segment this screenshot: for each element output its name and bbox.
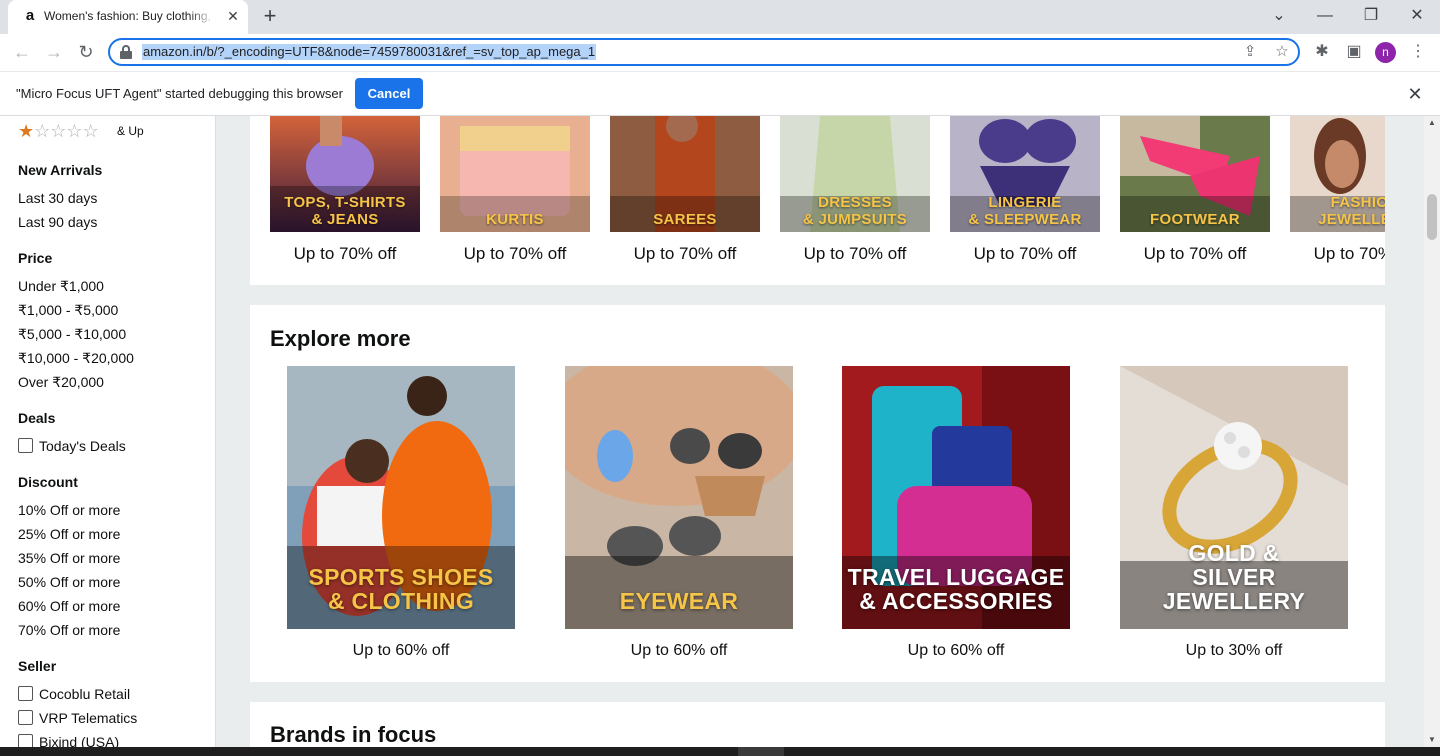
price-filter-item[interactable]: ₹10,000 - ₹20,000 xyxy=(18,350,134,367)
scroll-up-icon[interactable]: ▲ xyxy=(1424,116,1440,130)
price-filter-item[interactable]: Over ₹20,000 xyxy=(18,374,104,391)
infobar-close-icon[interactable]: ✕ xyxy=(1404,83,1426,105)
todays-deals-label[interactable]: Today's Deals xyxy=(39,438,126,454)
price-filter-item[interactable]: ₹1,000 - ₹5,000 xyxy=(18,302,118,319)
seller-label[interactable]: Cocoblu Retail xyxy=(39,686,130,702)
reload-icon[interactable]: ↻ xyxy=(74,40,98,64)
price-heading: Price xyxy=(18,250,53,266)
rating-suffix[interactable]: & Up xyxy=(117,124,144,138)
discount-filter-item[interactable]: 10% Off or more xyxy=(18,502,120,518)
explore-tile-sports[interactable]: SPORTS SHOES & CLOTHING xyxy=(287,366,515,629)
rating-filter[interactable]: ★☆☆☆☆ xyxy=(18,122,99,140)
taskbar-item[interactable] xyxy=(738,747,784,756)
tab-search-chevron-icon[interactable]: ⌄ xyxy=(1266,4,1292,28)
tab-strip: a Women's fashion: Buy clothing, fo ✕ + … xyxy=(0,0,1440,34)
explore-offer[interactable]: Up to 60% off xyxy=(842,642,1070,660)
lock-icon[interactable] xyxy=(120,45,132,59)
discount-filter-item[interactable]: 35% Off or more xyxy=(18,550,120,566)
tab-close-icon[interactable]: ✕ xyxy=(224,7,242,25)
star-empty-icon: ☆ xyxy=(34,121,51,141)
restore-icon[interactable]: ❐ xyxy=(1358,4,1384,28)
page-content: ★☆☆☆☆ & Up New Arrivals Last 30 days Las… xyxy=(0,116,1440,747)
seller-heading: Seller xyxy=(18,658,57,674)
todays-deals-checkbox[interactable] xyxy=(18,438,33,453)
price-filter-item[interactable]: ₹5,000 - ₹10,000 xyxy=(18,326,126,343)
explore-offer[interactable]: Up to 60% off xyxy=(565,642,793,660)
menu-kebab-icon[interactable]: ⋮ xyxy=(1407,41,1429,63)
star-filled-icon: ★ xyxy=(18,121,35,141)
profile-avatar[interactable]: n xyxy=(1375,42,1396,63)
star-empty-icon: ☆ xyxy=(82,121,99,141)
address-bar[interactable]: amazon.in/b/?_encoding=UTF8&node=7459780… xyxy=(108,38,1300,66)
cancel-button[interactable]: Cancel xyxy=(355,78,423,109)
side-panel-icon[interactable]: ▣ xyxy=(1343,41,1365,63)
discount-filter-item[interactable]: 60% Off or more xyxy=(18,598,120,614)
explore-tiles: SPORTS SHOES & CLOTHING Up to 60% off EY… xyxy=(250,116,1385,747)
explore-label: GOLD & SILVER JEWELLERY xyxy=(1162,540,1306,614)
scrollbar-thumb[interactable] xyxy=(1427,194,1437,240)
extensions-icon[interactable]: ✱ xyxy=(1311,41,1333,63)
debugging-infobar: "Micro Focus UFT Agent" started debuggin… xyxy=(0,71,1440,116)
deals-heading: Deals xyxy=(18,410,56,426)
explore-tile-jewellery[interactable]: GOLD & SILVER JEWELLERY xyxy=(1120,366,1348,629)
explore-label: SPORTS SHOES & CLOTHING xyxy=(308,564,494,614)
os-taskbar xyxy=(0,747,1440,756)
back-icon[interactable]: ← xyxy=(10,40,34,64)
new-arrivals-heading: New Arrivals xyxy=(18,162,103,178)
explore-tile-eyewear[interactable]: EYEWEAR xyxy=(565,366,793,629)
star-empty-icon: ☆ xyxy=(50,121,67,141)
discount-heading: Discount xyxy=(18,474,78,490)
bookmark-star-icon[interactable]: ☆ xyxy=(1272,42,1292,62)
brands-in-focus-section: Brands in focus xyxy=(250,702,1385,747)
forward-icon[interactable]: → xyxy=(42,40,66,64)
tab-title: Women's fashion: Buy clothing, fo xyxy=(44,9,214,23)
filter-last-90-days[interactable]: Last 90 days xyxy=(18,214,97,230)
explore-offer[interactable]: Up to 30% off xyxy=(1120,642,1348,660)
new-tab-icon[interactable]: + xyxy=(258,5,282,29)
brands-in-focus-title: Brands in focus xyxy=(270,722,437,747)
explore-label: TRAVEL LUGGAGE & ACCESSORIES xyxy=(847,564,1065,614)
explore-offer[interactable]: Up to 60% off xyxy=(287,642,515,660)
explore-tile-luggage[interactable]: TRAVEL LUGGAGE & ACCESSORIES xyxy=(842,366,1070,629)
infobar-message: "Micro Focus UFT Agent" started debuggin… xyxy=(16,86,343,101)
filter-last-30-days[interactable]: Last 30 days xyxy=(18,190,97,206)
seller-checkbox[interactable] xyxy=(18,686,33,701)
seller-checkbox[interactable] xyxy=(18,710,33,725)
browser-tab[interactable]: a Women's fashion: Buy clothing, fo ✕ xyxy=(8,0,248,34)
discount-filter-item[interactable]: 50% Off or more xyxy=(18,574,120,590)
filter-sidebar: ★☆☆☆☆ & Up New Arrivals Last 30 days Las… xyxy=(0,116,216,747)
window-close-icon[interactable]: ✕ xyxy=(1404,4,1430,28)
seller-label[interactable]: VRP Telematics xyxy=(39,710,137,726)
star-empty-icon: ☆ xyxy=(66,121,83,141)
page-scrollbar[interactable]: ▲ ▼ xyxy=(1424,116,1440,747)
seller-checkbox[interactable] xyxy=(18,734,33,747)
share-icon[interactable]: ⇪ xyxy=(1240,42,1260,62)
explore-label: EYEWEAR xyxy=(619,588,739,614)
amazon-favicon-icon: a xyxy=(25,7,35,24)
price-filter-item[interactable]: Under ₹1,000 xyxy=(18,278,104,295)
discount-filter-item[interactable]: 70% Off or more xyxy=(18,622,120,638)
url-text[interactable]: amazon.in/b/?_encoding=UTF8&node=7459780… xyxy=(142,44,597,60)
scroll-down-icon[interactable]: ▼ xyxy=(1424,733,1440,747)
discount-filter-item[interactable]: 25% Off or more xyxy=(18,526,120,542)
browser-toolbar: ← → ↻ amazon.in/b/?_encoding=UTF8&node=7… xyxy=(0,34,1440,71)
seller-label[interactable]: Bixind (USA) xyxy=(39,734,119,747)
minimize-icon[interactable]: — xyxy=(1312,4,1338,28)
